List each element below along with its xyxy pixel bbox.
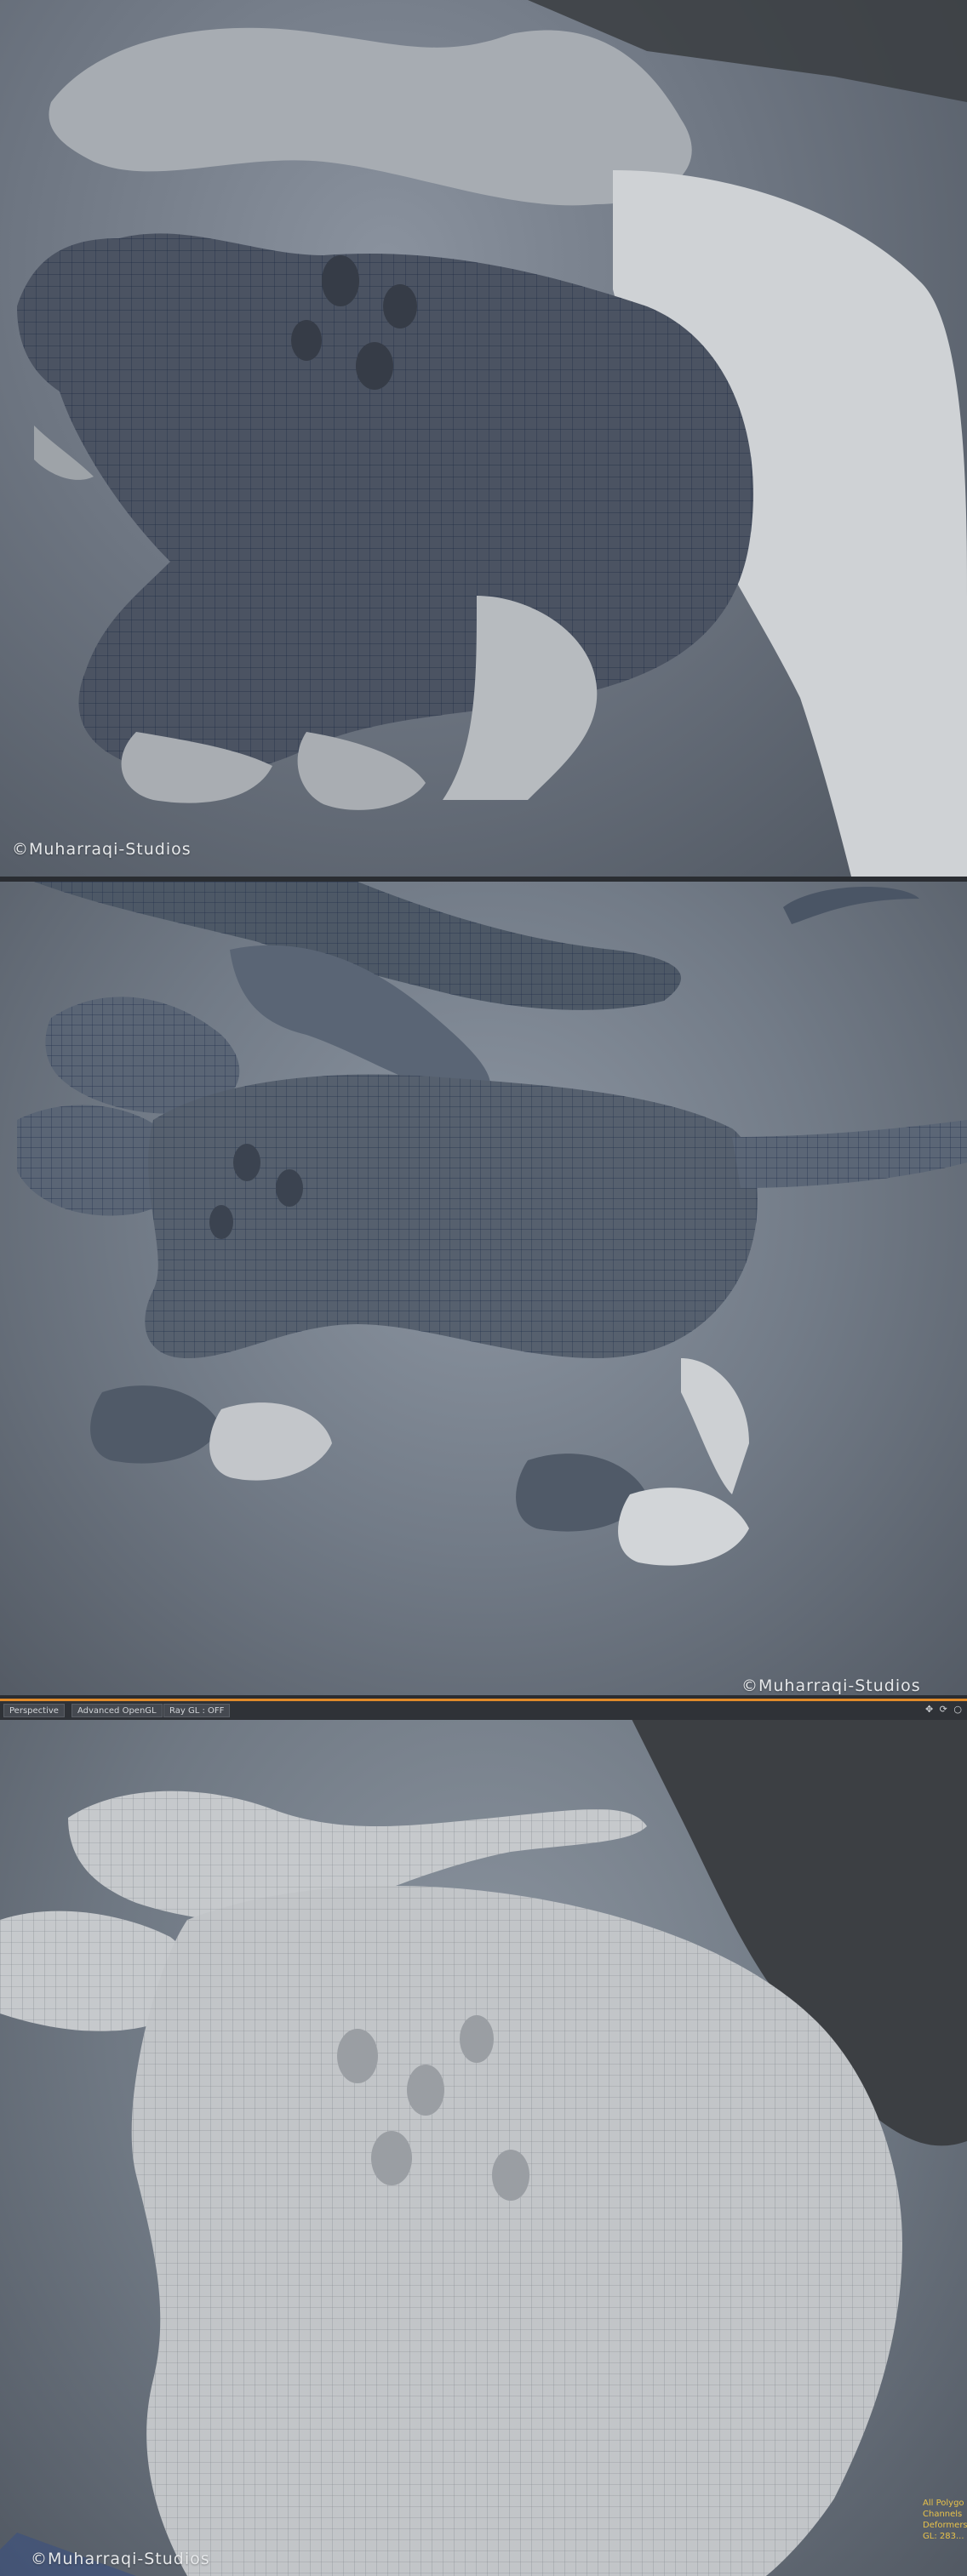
- rotate-icon[interactable]: ⟳: [940, 1704, 947, 1715]
- tab-perspective[interactable]: Perspective: [3, 1704, 65, 1717]
- studio-credit: ©Muharraqi-Studios: [31, 2550, 210, 2568]
- stat-line: Channels: [923, 2510, 963, 2519]
- creature-render-3: [0, 1716, 967, 2576]
- render-panel-1: ©Muharraqi-Studios: [0, 0, 967, 877]
- creature-render-2: [17, 882, 967, 1566]
- viewport-panel: Perspective Advanced OpenGL Ray GL : OFF…: [0, 1699, 967, 2576]
- zoom-icon[interactable]: ○: [953, 1704, 962, 1715]
- stat-line: Deformers: OF: [923, 2521, 967, 2530]
- studio-credit: ©Muharraqi-Studios: [12, 840, 192, 859]
- studio-credit: ©Muharraqi-Studios: [741, 1676, 921, 1695]
- stat-line: All Polygo: [923, 2499, 964, 2508]
- viewport-stats: All Polygo Channels Deformers: OF GL: 28…: [923, 2498, 967, 2542]
- tab-advanced-opengl[interactable]: Advanced OpenGL: [72, 1704, 163, 1717]
- viewport-toolbar: Perspective Advanced OpenGL Ray GL : OFF…: [0, 1699, 967, 1720]
- tab-ray-gl[interactable]: Ray GL : OFF: [163, 1704, 231, 1717]
- view-tools: ✥ ⟳ ○: [922, 1704, 962, 1715]
- move-icon[interactable]: ✥: [925, 1704, 933, 1715]
- render-panel-2: ©Muharraqi-Studios: [0, 882, 967, 1695]
- creature-render-1: [17, 0, 967, 877]
- stat-line: GL: 283...: [923, 2532, 964, 2541]
